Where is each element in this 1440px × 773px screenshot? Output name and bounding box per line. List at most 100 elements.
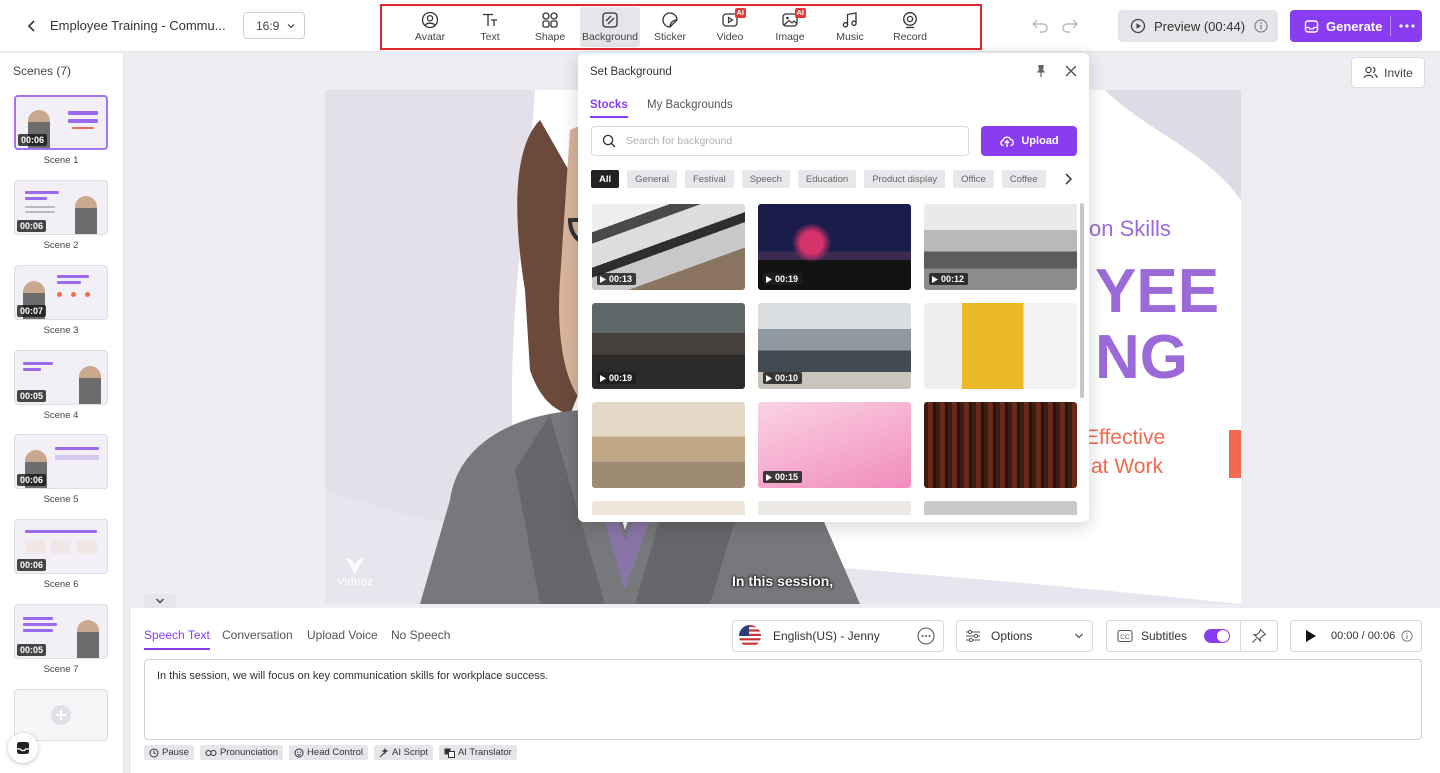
tool-label: Record [893,31,927,43]
scene-thumbnail: 00:07 [14,265,108,320]
scene-item-4[interactable]: 00:05 Scene 4 [14,350,108,421]
close-popup-button[interactable] [1064,64,1078,78]
category-office[interactable]: Office [953,170,994,188]
tool-record[interactable]: Record [880,7,940,47]
tab-stocks[interactable]: Stocks [590,99,628,118]
tool-sticker[interactable]: Sticker [640,7,700,47]
background-thumbnail[interactable] [758,501,911,515]
preview-button[interactable]: Preview (00:44) [1118,10,1278,42]
canvas-subtitle-line[interactable]: at Work [1091,455,1163,479]
close-icon [1065,65,1077,77]
category-coffee[interactable]: Coffee [1001,170,1046,188]
subtitle-style-button[interactable] [1241,628,1277,644]
info-icon[interactable] [1401,630,1413,642]
more-circle-icon[interactable] [917,627,935,645]
scene-name: Scene 1 [43,155,79,166]
help-chat-button[interactable] [8,733,38,763]
background-search[interactable] [591,126,969,156]
link-icon [205,749,217,756]
scene-item-6[interactable]: 00:06 Scene 6 [14,519,108,590]
ai-script-button[interactable]: AI Script [374,745,433,760]
tool-shape[interactable]: Shape [520,7,580,47]
script-textarea[interactable]: In this session, we will focus on key co… [144,659,1422,740]
back-button[interactable] [18,12,46,40]
background-thumbnail[interactable]: 00:19 [758,204,911,290]
scene-item-5[interactable]: 00:06 Scene 5 [14,434,108,505]
canvas-subtitle-line[interactable]: Effective [1085,426,1165,450]
pause-button[interactable]: Pause [144,745,194,760]
tool-background[interactable]: Background [580,7,640,47]
tab-upload-voice[interactable]: Upload Voice [307,628,378,648]
category-general[interactable]: General [627,170,677,188]
background-duration: 00:10 [763,372,803,384]
options-select[interactable]: Options [956,620,1093,652]
ai-badge: AI [734,8,746,18]
play-icon [766,374,772,382]
category-education[interactable]: Education [797,170,857,188]
generate-main[interactable]: Generate [1290,19,1390,34]
redo-button[interactable] [1060,15,1080,35]
canvas-title-line[interactable]: NG [1095,322,1188,393]
face-icon [294,748,304,757]
tool-text[interactable]: Text [460,7,520,47]
us-flag-icon [739,625,761,647]
generate-icon [1304,19,1319,33]
avatar-icon [421,11,439,29]
category-speech[interactable]: Speech [741,170,790,188]
pin-popup-button[interactable] [1034,64,1048,78]
background-thumbnail[interactable] [924,402,1077,488]
scene-item-7[interactable]: 00:05 Scene 7 [14,604,108,675]
tool-image[interactable]: Image AI [760,7,820,47]
preview-label: Preview (00:44) [1154,18,1246,34]
scene-item-3[interactable]: 00:07 Scene 3 [14,265,108,336]
ai-translator-button[interactable]: AI Translator [438,745,517,760]
scene-duration: 00:05 [17,644,47,656]
watermark-text: Vidnoz [337,576,374,588]
head-control-button[interactable]: Head Control [289,745,369,760]
categories-next-button[interactable] [1062,171,1074,187]
subtitles-toggle[interactable] [1204,629,1230,643]
tab-conversation[interactable]: Conversation [222,628,293,648]
search-input[interactable] [626,135,958,147]
voice-select[interactable]: English(US) - Jenny [732,620,944,652]
duration-text: 00:19 [775,274,799,284]
background-thumbnail[interactable]: 00:13 [592,204,745,290]
aspect-ratio-select[interactable]: 16:9 [243,12,305,39]
background-thumbnail[interactable]: 00:12 [924,204,1077,290]
background-thumbnail[interactable]: 00:10 [758,303,911,389]
tool-video[interactable]: Video AI [700,7,760,47]
background-thumbnail[interactable] [924,303,1077,389]
category-all[interactable]: All [591,170,620,188]
tab-no-speech[interactable]: No Speech [391,628,450,648]
more-button[interactable] [1391,24,1422,28]
pronunciation-button[interactable]: Pronunciation [199,745,284,760]
project-title[interactable]: Employee Training - Commu... [50,18,226,33]
aspect-ratio-value: 16:9 [256,18,280,33]
chevron-right-icon [1065,173,1073,185]
popup-scrollbar[interactable] [1080,203,1084,398]
background-thumbnail[interactable] [924,501,1077,515]
category-product-display[interactable]: Product display [864,170,946,188]
undo-button[interactable] [1030,15,1050,35]
background-thumbnail[interactable] [592,402,745,488]
tool-label: Video [716,31,744,43]
tab-my-backgrounds[interactable]: My Backgrounds [647,99,733,116]
canvas-heading-line[interactable]: on Skills [1089,216,1171,242]
category-festival[interactable]: Festival [684,170,734,188]
scene-item-2[interactable]: 00:06 Scene 2 [14,180,108,251]
tab-speech-text[interactable]: Speech Text [144,628,210,650]
scene-item-1[interactable]: 00:06 Scene 1 [14,95,108,166]
time-readout: 00:00 / 00:06 [1331,630,1396,642]
collapse-panel-button[interactable] [144,594,176,608]
background-thumbnail[interactable] [592,501,745,515]
invite-button[interactable]: Invite [1351,57,1425,88]
canvas-title-line[interactable]: YEE [1095,256,1219,327]
chip-label: Pronunciation [219,747,279,758]
background-thumbnail[interactable]: 00:15 [758,402,911,488]
tool-avatar[interactable]: Avatar [400,7,460,47]
background-thumbnail[interactable]: 00:19 [592,303,745,389]
upload-button[interactable]: Upload [981,126,1077,156]
tool-music[interactable]: Music [820,7,880,47]
generate-button[interactable]: Generate [1290,10,1422,42]
play-icon[interactable] [1305,629,1317,643]
